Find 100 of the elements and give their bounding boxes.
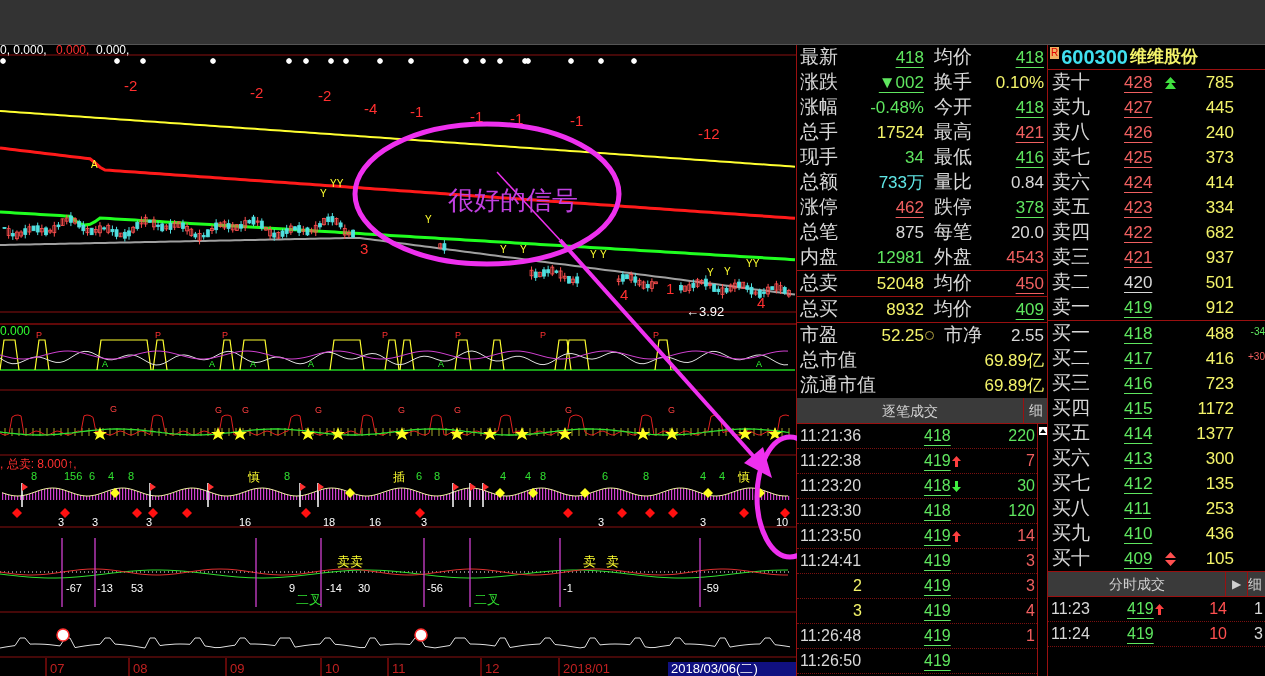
level-quantity: 488: [1204, 322, 1234, 345]
signal-letter: Y: [320, 188, 327, 199]
star-mark-icon: [376, 57, 384, 65]
level-price: 413: [1124, 447, 1154, 470]
field-label: 量比: [934, 170, 973, 195]
signal-letter: Y: [724, 266, 731, 277]
chart-mark: -1: [570, 112, 584, 129]
field-value: 418: [894, 46, 924, 69]
trade-time: 11:23: [1051, 599, 1091, 619]
axis-label: 08: [133, 661, 148, 676]
level-quantity: 445: [1204, 96, 1234, 119]
level-label: 卖一: [1052, 295, 1091, 320]
chart-mark: 4: [620, 286, 629, 303]
signal-letter: A: [756, 359, 762, 369]
level-label: 买一: [1052, 321, 1091, 346]
level-price: 424: [1124, 171, 1154, 194]
level-quantity: 135: [1204, 472, 1234, 495]
level-quantity: 105: [1204, 547, 1234, 570]
chart-number: 6: [89, 470, 96, 482]
level-quantity: 937: [1204, 246, 1234, 269]
chart-number: 156: [64, 470, 83, 482]
axis-label: 10: [325, 661, 340, 676]
level-quantity: 240: [1204, 121, 1234, 144]
field-value: 34: [904, 146, 924, 169]
trade-volume: 14: [1208, 599, 1227, 619]
level-quantity: 373: [1204, 146, 1234, 169]
chart-tag: 卖: [606, 554, 619, 569]
chart-tag: 慎: [738, 470, 750, 484]
field-value: 2.55: [1010, 324, 1044, 347]
signal-letter: Y: [520, 244, 527, 255]
chart-number: 8: [643, 470, 650, 482]
star-mark-icon: [113, 57, 121, 65]
trade-volume: 10: [1208, 624, 1227, 644]
tick-time: 11:26:48: [800, 626, 862, 646]
field-label: 换手: [934, 70, 973, 95]
legend-value: 0.000,: [56, 45, 90, 57]
level-price: 421: [1124, 246, 1154, 269]
sell-total-label: , 总卖: 8.000↑,: [0, 457, 77, 471]
field-value: 418: [1015, 96, 1044, 119]
panel-title: 分时成交: [1107, 575, 1166, 594]
tick-price: 419: [924, 601, 951, 621]
chart-tag: 慎: [248, 470, 260, 484]
level-quantity: 414: [1204, 171, 1234, 194]
tick-time: 11:26:50: [800, 651, 862, 671]
field-label: 涨跌: [800, 70, 839, 95]
tick-time: 2: [852, 576, 862, 596]
signal-letter: A: [209, 359, 215, 369]
star-mark-icon: [139, 57, 147, 65]
level-label: 卖三: [1052, 245, 1091, 270]
tick-volume: 1: [1025, 626, 1035, 646]
level-price: 420: [1124, 271, 1154, 294]
signal-letter: A: [102, 359, 108, 369]
level-label: 卖十: [1052, 70, 1091, 95]
star-mark-icon: [0, 57, 7, 65]
axis-label: 12: [485, 661, 500, 676]
level-quantity: 723: [1204, 372, 1234, 395]
signal-letter: Y: [500, 244, 507, 255]
signal-letter: P: [155, 330, 161, 340]
tick-volume: 7: [1025, 451, 1035, 471]
axis-label: 2018/01: [563, 661, 610, 676]
chart-number: 4: [108, 470, 115, 482]
level-price: 423: [1124, 196, 1154, 219]
signal-letter: Y: [425, 214, 432, 225]
scrollbar[interactable]: [1037, 424, 1047, 676]
star-mark-icon: [342, 57, 350, 65]
chart-number: 9: [289, 582, 296, 594]
legend-value: 0, 0.000,: [0, 45, 47, 57]
trade-count: 3: [1254, 624, 1264, 644]
chart-mark: -2: [318, 87, 332, 104]
level-change: +30: [1248, 350, 1265, 364]
tick-price: 418: [924, 426, 951, 446]
level-price: 426: [1124, 121, 1154, 144]
field-value: 409: [1015, 298, 1044, 321]
circle-icon: [56, 628, 70, 642]
tick-time: 3: [852, 601, 862, 621]
signal-letter: G: [668, 405, 675, 415]
field-label: 总卖: [800, 271, 839, 296]
field-value: 875: [894, 221, 924, 244]
tick-time: 11:23:30: [800, 501, 862, 521]
level-label: 卖五: [1052, 195, 1091, 220]
level-label: 买五: [1052, 421, 1091, 446]
field-value: 4543: [1006, 246, 1044, 269]
tick-price: 419: [924, 526, 951, 546]
signal-letter: Y: [707, 267, 714, 278]
field-label: 最新: [800, 45, 839, 70]
signal-letter: G: [398, 405, 405, 415]
level-quantity: 501: [1204, 271, 1234, 294]
level-quantity: 1377: [1195, 422, 1234, 445]
chart-number: 3: [146, 516, 153, 528]
field-value: 450: [1015, 272, 1044, 295]
chart-number: -59: [703, 582, 719, 594]
level-price: 422: [1124, 221, 1154, 244]
level-label: 卖八: [1052, 120, 1091, 145]
signal-letter: Y: [600, 249, 607, 260]
scroll-up-icon[interactable]: [1038, 427, 1047, 435]
tick-volume: 14: [1016, 526, 1035, 546]
level-price: 416: [1124, 372, 1154, 395]
signal-letter: G: [565, 405, 572, 415]
level-label: 买八: [1052, 496, 1091, 521]
star-mark-icon: [407, 57, 415, 65]
